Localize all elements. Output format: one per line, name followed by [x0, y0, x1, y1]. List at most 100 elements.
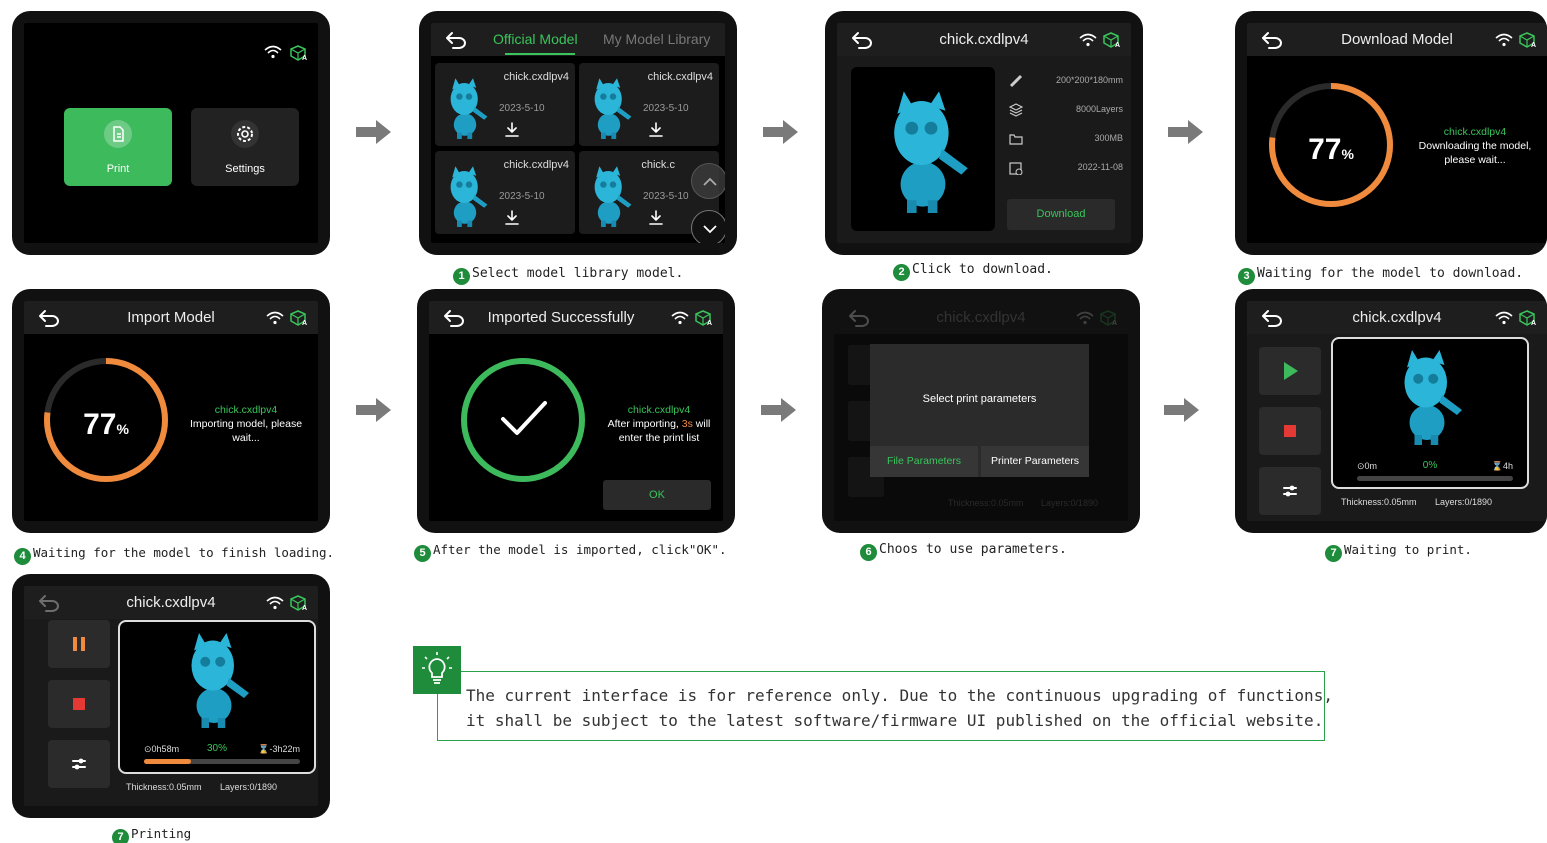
layers-label: Layers:0/1890	[1435, 497, 1493, 507]
model-thumbnail	[176, 628, 252, 728]
printer-parameters-button[interactable]: Printer Parameters	[981, 446, 1089, 477]
header: chick.cxdlpv4	[837, 23, 1131, 56]
cube-a-icon	[1100, 310, 1118, 326]
right-arrow-icon	[1168, 118, 1204, 146]
tip-text: The current interface is for reference o…	[466, 686, 1333, 730]
wifi-icon	[1495, 311, 1513, 325]
right-arrow-icon	[1164, 396, 1200, 424]
download-icon[interactable]	[647, 209, 665, 227]
tab-official-model[interactable]: Official Model	[493, 31, 578, 47]
status-message: enter the print list	[618, 432, 700, 444]
progress-percent: 77%	[83, 408, 129, 441]
step-badge: 3	[1238, 268, 1255, 285]
right-arrow-icon	[763, 118, 799, 146]
home-screen: Print Settings	[12, 11, 330, 255]
step-caption: 5 After the model is imported, click"OK".	[414, 542, 727, 562]
cube-a-icon	[290, 595, 308, 611]
layers-icon	[1008, 102, 1024, 117]
lightbulb-icon	[413, 646, 461, 694]
thickness-label: Thickness:0.05mm	[126, 782, 202, 792]
dialog-title: Select print parameters	[922, 393, 1037, 405]
print-settings-button[interactable]	[1259, 467, 1321, 515]
model-thumbnail	[585, 163, 633, 227]
select-parameters-screen: chick.cxdlpv4 Thickness:0.05mm Layers:0/…	[822, 289, 1140, 533]
model-card[interactable]: chick.cxdlpv4 2023-5-10	[435, 151, 575, 234]
print-button[interactable]: Print	[64, 108, 172, 186]
step-badge: 6	[860, 544, 877, 561]
step-badge: 1	[453, 268, 470, 285]
stop-button[interactable]	[48, 680, 110, 728]
progress-bar	[1357, 476, 1513, 481]
thickness-label: Thickness:0.05mm	[1341, 497, 1417, 507]
ruler-icon	[1009, 73, 1023, 88]
download-icon[interactable]	[503, 121, 521, 139]
sliders-icon	[1281, 482, 1299, 500]
header: Imported Successfully	[429, 301, 723, 334]
status-message: After importing, 3s will	[607, 418, 711, 430]
stop-icon	[1284, 425, 1296, 437]
step-badge: 7	[1325, 545, 1342, 562]
model-preview: ⊙0m 0% ⌛4h	[1331, 337, 1529, 489]
file-parameters-button[interactable]: File Parameters	[870, 446, 978, 477]
right-arrow-icon	[761, 396, 797, 424]
wifi-icon	[266, 596, 284, 610]
header: chick.cxdlpv4	[24, 586, 318, 619]
header: Official Model My Model Library	[431, 23, 725, 56]
model-card[interactable]: chick.cxdlpv4 2023-5-10	[435, 63, 575, 146]
step-caption: 7 Printing	[112, 826, 191, 843]
status-message: wait...	[232, 432, 260, 444]
model-date: 2023-5-10	[499, 191, 545, 202]
file-name: chick.cxdlpv4	[627, 404, 691, 416]
wifi-icon	[1495, 33, 1513, 47]
imported-successfully-screen: Imported Successfully chick.cxdlpv4 Afte…	[417, 289, 735, 533]
printing-screen: chick.cxdlpv4 ⊙0h58m 30% ⌛-3h22m Thickne…	[12, 574, 330, 818]
play-icon	[1284, 362, 1298, 380]
print-settings-button[interactable]	[48, 740, 110, 788]
model-thumbnail	[441, 163, 489, 227]
progress-bar	[144, 759, 300, 764]
model-size: 200*200*180mm	[1055, 75, 1123, 85]
right-arrow-icon	[356, 396, 392, 424]
back-icon[interactable]	[445, 31, 467, 49]
scroll-down-button[interactable]	[691, 210, 725, 243]
model-thumbnail	[875, 85, 971, 213]
model-card[interactable]: chick.cxdlpv4 2023-5-10	[579, 63, 719, 146]
stop-icon	[73, 698, 85, 710]
header: chick.cxdlpv4	[1247, 301, 1547, 334]
step-caption: 1 Select model library model.	[453, 266, 683, 285]
step-badge: 4	[14, 548, 31, 565]
wifi-icon	[671, 311, 689, 325]
download-icon[interactable]	[647, 121, 665, 139]
status-bar	[264, 45, 308, 61]
model-file-size: 300MB	[1094, 133, 1123, 143]
cube-a-icon	[1103, 32, 1121, 48]
stop-button[interactable]	[1259, 407, 1321, 455]
print-label: Print	[106, 163, 130, 175]
cube-a-icon	[1519, 32, 1537, 48]
import-model-screen: Import Model 77% chick.cxdlpv4 Importing…	[12, 289, 330, 533]
scroll-up-button[interactable]	[691, 163, 725, 199]
wifi-icon	[1079, 33, 1097, 47]
settings-label: Settings	[225, 163, 265, 175]
download-icon[interactable]	[503, 209, 521, 227]
model-date: 2022-11-08	[1077, 162, 1123, 172]
progress-bar-fill	[144, 759, 191, 764]
settings-button[interactable]: Settings	[191, 108, 299, 186]
pause-icon	[73, 637, 85, 651]
cube-a-icon	[1519, 310, 1537, 326]
step-badge: 5	[414, 545, 431, 562]
wifi-icon	[1076, 311, 1094, 325]
step-badge: 2	[893, 264, 910, 281]
download-button[interactable]: Download	[1007, 199, 1115, 230]
play-button[interactable]	[1259, 347, 1321, 395]
progress-percent: 77%	[1308, 133, 1354, 166]
tab-my-model-library[interactable]: My Model Library	[603, 31, 710, 47]
step-caption: 3 Waiting for the model to download.	[1238, 266, 1523, 285]
model-name: chick.c	[641, 159, 675, 171]
status-message: Importing model, please	[189, 418, 303, 430]
model-name: chick.cxdlpv4	[503, 159, 569, 171]
status-message: Downloading the model,	[1418, 140, 1532, 152]
pause-button[interactable]	[48, 620, 110, 668]
file-name: chick.cxdlpv4	[1443, 126, 1507, 138]
ok-button[interactable]: OK	[603, 480, 711, 510]
